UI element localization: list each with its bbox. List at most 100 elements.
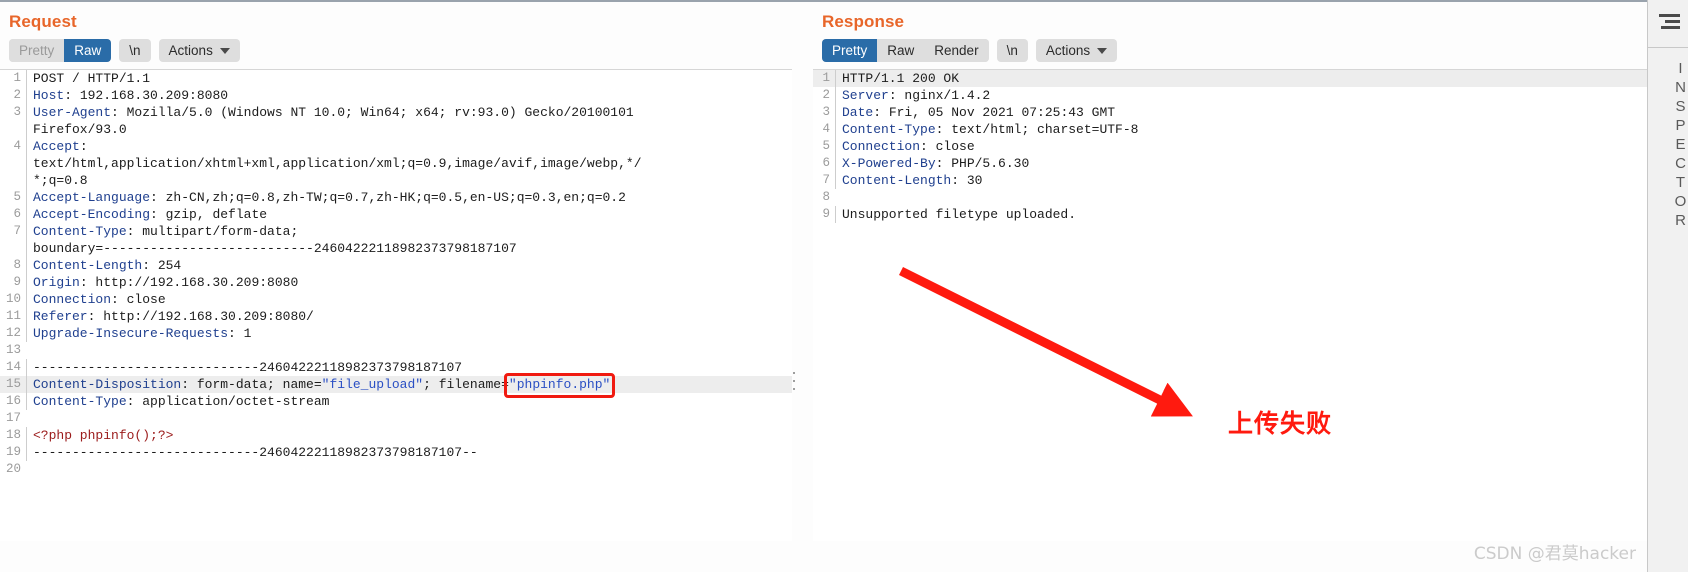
code-text: Accept-Language: zh-CN,zh;q=0.8,zh-TW;q=…: [26, 189, 792, 206]
code-line: 12 Upgrade-Insecure-Requests: 1: [0, 325, 792, 342]
line-number: 7: [822, 173, 830, 187]
code-line: boundary=---------------------------2460…: [0, 240, 792, 257]
response-newline-button[interactable]: \n: [996, 39, 1028, 62]
code-line: 18 <?php phpinfo();?>: [0, 427, 792, 444]
line-number: 10: [5, 292, 21, 306]
code-line: 4 Content-Type: text/html; charset=UTF-8: [813, 121, 1647, 138]
code-line: 17: [0, 410, 792, 427]
code-text: User-Agent: Mozilla/5.0 (Windows NT 10.0…: [26, 104, 792, 121]
line-number: 1: [822, 71, 830, 85]
line-number: 12: [5, 326, 21, 340]
code-text: X-Powered-By: PHP/5.6.30: [835, 155, 1647, 172]
code-line: 4 Accept:: [0, 138, 792, 155]
line-number: 6: [13, 207, 21, 221]
code-text: Content-Disposition: form-data; name="fi…: [26, 376, 792, 393]
code-text: <?php phpinfo();?>: [26, 427, 792, 444]
line-number: 9: [13, 275, 21, 289]
code-text: Content-Type: multipart/form-data;: [26, 223, 792, 240]
code-text: Content-Type: application/octet-stream: [26, 393, 792, 410]
line-number: 9: [822, 207, 830, 221]
line-number: 4: [822, 122, 830, 136]
code-line: 2 Host: 192.168.30.209:8080: [0, 87, 792, 104]
code-line: 5 Connection: close: [813, 138, 1647, 155]
response-tab-render[interactable]: Render: [924, 39, 989, 62]
line-number: 2: [822, 88, 830, 102]
line-number: 2: [13, 88, 21, 102]
code-line: 13: [0, 342, 792, 359]
burp-suite-window: Request Pretty Raw \n Actions 1 POST / HT…: [0, 0, 1688, 572]
inspector-filter-icon[interactable]: [1658, 14, 1680, 32]
code-text: Accept:: [26, 138, 792, 155]
code-text: Date: Fri, 05 Nov 2021 07:25:43 GMT: [835, 104, 1647, 121]
request-tab-pretty[interactable]: Pretty: [9, 39, 65, 62]
line-number: 5: [13, 190, 21, 204]
code-line: 19 -----------------------------246042221…: [0, 444, 792, 461]
request-newline-button[interactable]: \n: [119, 39, 151, 62]
line-number: 13: [5, 343, 21, 357]
chevron-down-icon: [219, 47, 230, 54]
line-number: 3: [13, 105, 21, 119]
line-number: 17: [5, 411, 21, 425]
line-number: 8: [13, 258, 21, 272]
code-text: Content-Length: 254: [26, 257, 792, 274]
request-tab-raw[interactable]: Raw: [64, 39, 112, 62]
code-text: Referer: http://192.168.30.209:8080/: [26, 308, 792, 325]
request-pane: Request Pretty Raw \n Actions 1 POST / HT…: [0, 2, 792, 572]
response-title: Response: [822, 12, 905, 31]
response-tab-pretty[interactable]: Pretty: [822, 39, 878, 62]
code-text: Accept-Encoding: gzip, deflate: [26, 206, 792, 223]
code-text: Connection: close: [835, 138, 1647, 155]
line-number: 8: [822, 190, 830, 204]
response-tab-raw[interactable]: Raw: [877, 39, 925, 62]
inspector-rail[interactable]: INSPECTOR: [1647, 0, 1688, 572]
code-text: Connection: close: [26, 291, 792, 308]
code-line: 8: [813, 189, 1647, 206]
code-line: text/html,application/xhtml+xml,applicat…: [0, 155, 792, 172]
request-title: Request: [9, 12, 77, 31]
code-text: Origin: http://192.168.30.209:8080: [26, 274, 792, 291]
response-editor[interactable]: 1 HTTP/1.1 200 OK 2 Server: nginx/1.4.2 3 Dat…: [813, 69, 1647, 541]
code-text: Content-Length: 30: [835, 172, 1647, 189]
line-number: 7: [13, 224, 21, 238]
line-number: 19: [5, 445, 21, 459]
code-line: 3 Date: Fri, 05 Nov 2021 07:25:43 GMT: [813, 104, 1647, 121]
request-view-tabs[interactable]: Pretty Raw: [9, 39, 112, 62]
code-text: Server: nginx/1.4.2: [835, 87, 1647, 104]
code-line: 11 Referer: http://192.168.30.209:8080/: [0, 308, 792, 325]
line-number: 6: [822, 156, 830, 170]
annotation-text: 上传失败: [1228, 409, 1333, 438]
code-text: Firefox/93.0: [26, 121, 792, 138]
code-line: 3 User-Agent: Mozilla/5.0 (Windows NT 10.…: [0, 104, 792, 121]
inspector-label[interactable]: INSPECTOR: [1648, 60, 1688, 231]
line-number: 14: [5, 360, 21, 374]
code-line: 5 Accept-Language: zh-CN,zh;q=0.8,zh-TW;q…: [0, 189, 792, 206]
line-number: 1: [13, 71, 21, 85]
code-line: 20: [0, 461, 792, 478]
code-line: 15 Content-Disposition: form-data; name="…: [0, 376, 792, 393]
code-line: 6 Accept-Encoding: gzip, deflate: [0, 206, 792, 223]
request-response-panes: Request Pretty Raw \n Actions 1 POST / HT…: [0, 2, 1647, 572]
chevron-down-icon: [1097, 47, 1108, 54]
csdn-watermark: CSDN @君莫hacker: [1473, 544, 1636, 564]
line-number: 16: [5, 394, 21, 408]
request-tabbar: Pretty Raw \n Actions: [0, 32, 792, 69]
code-text: text/html,application/xhtml+xml,applicat…: [26, 155, 792, 172]
code-text: -----------------------------24604222118…: [26, 359, 792, 376]
code-text: POST / HTTP/1.1: [26, 70, 792, 87]
response-pane: Response Pretty Raw Render \n Actions 1H…: [796, 2, 1647, 572]
code-line: 9 Origin: http://192.168.30.209:8080: [0, 274, 792, 291]
request-editor[interactable]: 1 POST / HTTP/1.1 2 Host: 192.168.30.209:80…: [0, 69, 792, 541]
request-actions-label: Actions: [168, 43, 213, 58]
inspector-divider: [1648, 47, 1688, 48]
code-text: Content-Type: text/html; charset=UTF-8: [835, 121, 1647, 138]
code-line: 7 Content-Length: 30: [813, 172, 1647, 189]
code-line: 2 Server: nginx/1.4.2: [813, 87, 1647, 104]
code-text: Unsupported filetype uploaded.: [835, 206, 1647, 223]
request-actions-button[interactable]: Actions: [158, 39, 240, 62]
line-number: 11: [5, 309, 21, 323]
code-line: 6 X-Powered-By: PHP/5.6.30: [813, 155, 1647, 172]
response-actions-button[interactable]: Actions: [1035, 39, 1118, 62]
response-view-tabs[interactable]: Pretty Raw Render: [822, 39, 989, 62]
code-line: 9 Unsupported filetype uploaded.: [813, 206, 1647, 223]
line-number: 3: [822, 105, 830, 119]
